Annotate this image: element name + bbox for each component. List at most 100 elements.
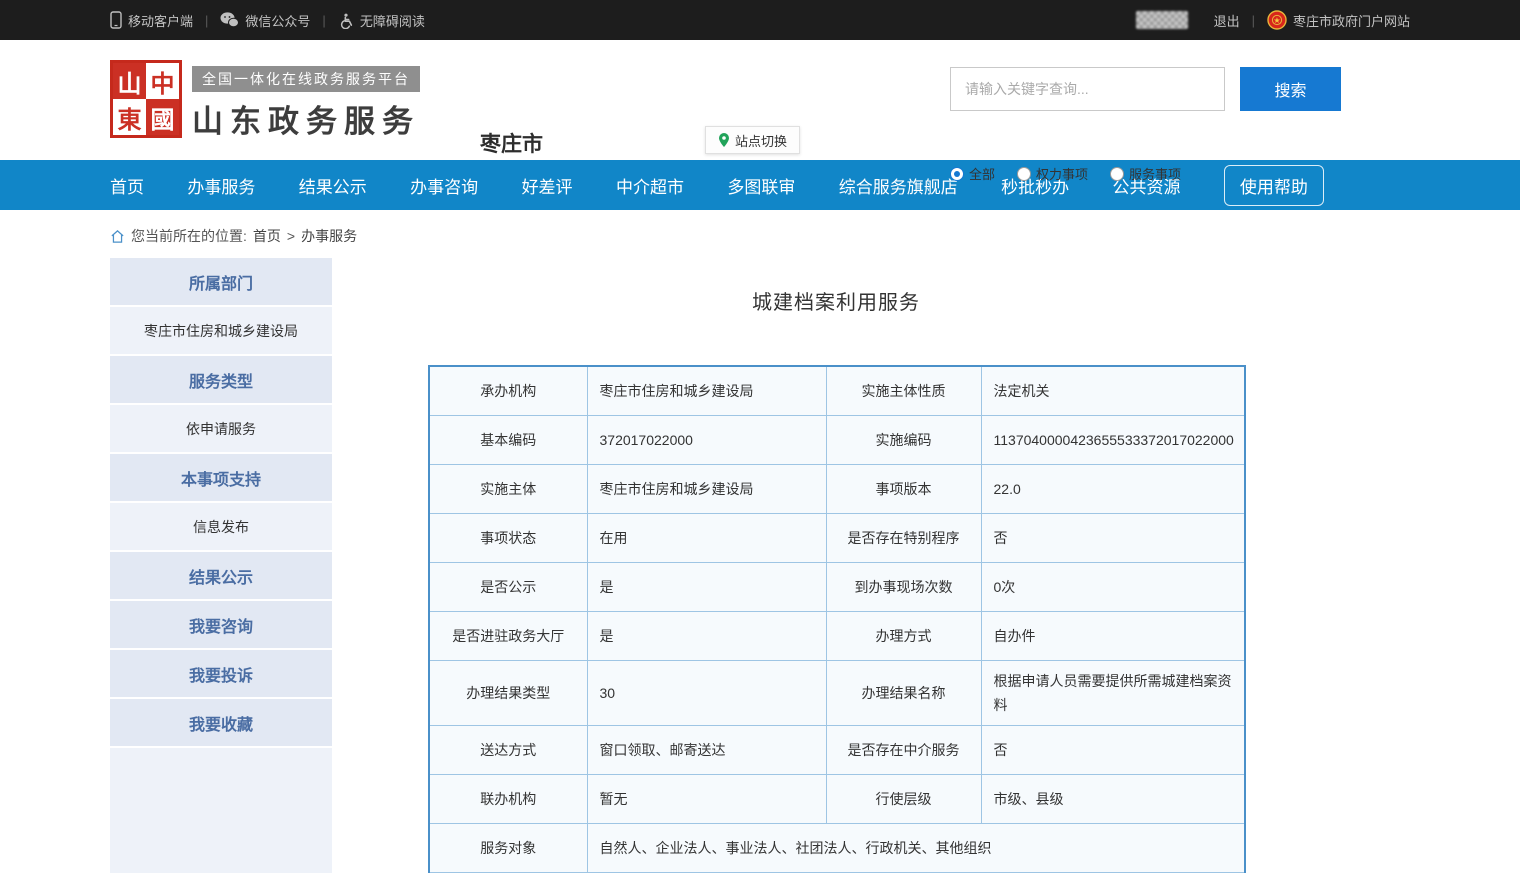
sidebar-item-favorite[interactable]: 我要收藏 [110,699,332,748]
sidebar-item-department-value[interactable]: 枣庄市住房和城乡建设局 [110,307,332,356]
breadcrumb-separator: > [287,228,295,244]
field-label: 实施编码 [826,415,981,464]
portal-link[interactable]: ★ 枣庄市政府门户网站 [1267,10,1410,30]
field-label: 是否公示 [429,562,587,611]
nav-item-services[interactable]: 办事服务 [187,173,255,198]
scope-radio-service-items[interactable]: 服务事项 [1110,164,1181,183]
field-value: 是 [587,562,826,611]
field-value: 0次 [981,562,1245,611]
sidebar-item-consult[interactable]: 我要咨询 [110,601,332,650]
wechat-label: 微信公众号 [245,11,310,30]
field-label: 是否进驻政务大厅 [429,611,587,660]
breadcrumb: 您当前所在的位置: 首页 > 办事服务 [0,210,1520,254]
sidebar-item-complaint[interactable]: 我要投诉 [110,650,332,699]
main-nav: 首页 办事服务 结果公示 办事咨询 好差评 中介超市 多图联审 综合服务旗舰店 … [0,160,1520,210]
shandong-seal-logo: 山 中 東 國 [110,60,182,138]
sidebar-item-results[interactable]: 结果公示 [110,552,332,601]
scope-radio-all[interactable]: 全部 [950,164,995,183]
field-value: 根据申请人员需要提供所需城建档案资料 [981,660,1245,725]
field-value: 是 [587,611,826,660]
field-label: 是否存在中介服务 [826,725,981,774]
field-value: 枣庄市住房和城乡建设局 [587,366,826,415]
field-value: 否 [981,725,1245,774]
mobile-client-label: 移动客户端 [128,11,193,30]
nav-item-agency-market[interactable]: 中介超市 [616,173,684,198]
table-row: 基本编码 372017022000 实施编码 11370400004236555… [429,415,1245,464]
field-label: 事项版本 [826,464,981,513]
table-row: 联办机构 暂无 行使层级 市级、县级 [429,774,1245,823]
table-row: 服务对象 自然人、企业法人、事业法人、社团法人、行政机关、其他组织 [429,823,1245,872]
field-label: 事项状态 [429,513,587,562]
field-value: 法定机关 [981,366,1245,415]
divider: | [1252,13,1255,28]
table-row: 送达方式 窗口领取、邮寄送达 是否存在中介服务 否 [429,725,1245,774]
table-row: 是否公示 是 到办事现场次数 0次 [429,562,1245,611]
field-label: 实施主体 [429,464,587,513]
table-row: 是否进驻政务大厅 是 办理方式 自办件 [429,611,1245,660]
field-value: 自然人、企业法人、事业法人、社团法人、行政机关、其他组织 [587,823,1245,872]
field-label: 承办机构 [429,366,587,415]
sidebar-item-info-publish[interactable]: 信息发布 [110,503,332,552]
nav-item-joint-review[interactable]: 多图联审 [727,173,795,198]
nav-item-consult[interactable]: 办事咨询 [410,173,478,198]
nav-item-results[interactable]: 结果公示 [299,173,367,198]
topbar: 移动客户端 | 微信公众号 | 无障碍阅读 退出 | ★ 枣庄市政府门户网站 [0,0,1520,40]
field-label: 送达方式 [429,725,587,774]
sidebar-item-on-application[interactable]: 依申请服务 [110,405,332,454]
field-label: 服务对象 [429,823,587,872]
breadcrumb-home-link[interactable]: 首页 [253,226,281,246]
svg-text:★: ★ [1273,16,1280,25]
header: 山 中 東 國 全国一体化在线政务服务平台 山东政务服务 枣庄市 站点切换 搜索… [0,40,1520,160]
search-button[interactable]: 搜索 [1240,67,1341,111]
table-row: 承办机构 枣庄市住房和城乡建设局 实施主体性质 法定机关 [429,366,1245,415]
username-redacted [1136,11,1188,29]
sidebar: 所属部门 枣庄市住房和城乡建设局 服务类型 依申请服务 本事项支持 信息发布 结… [110,258,332,873]
location-pin-icon [718,132,730,148]
field-label: 办理方式 [826,611,981,660]
field-label: 办理结果类型 [429,660,587,725]
field-label: 办理结果名称 [826,660,981,725]
scope-radio-power-items[interactable]: 权力事项 [1017,164,1088,183]
platform-badge: 全国一体化在线政务服务平台 [192,66,420,92]
field-label: 实施主体性质 [826,366,981,415]
mobile-phone-icon [110,11,122,29]
field-value: 自办件 [981,611,1245,660]
seal-char: 山 [113,63,146,99]
breadcrumb-prefix: 您当前所在的位置: [131,226,247,246]
mobile-client-link[interactable]: 移动客户端 [110,11,193,30]
search-input[interactable] [950,67,1225,111]
accessibility-icon [338,12,354,29]
portal-label: 枣庄市政府门户网站 [1293,11,1410,30]
logout-link[interactable]: 退出 [1214,11,1240,30]
field-label: 基本编码 [429,415,587,464]
radio-icon [1017,167,1031,181]
accessibility-link[interactable]: 无障碍阅读 [338,11,425,30]
field-value: 1137040000423655533372017022000 [981,415,1245,464]
city-name: 枣庄市 [480,128,543,158]
divider: | [322,13,325,28]
field-value: 市级、县级 [981,774,1245,823]
table-row: 办理结果类型 30 办理结果名称 根据申请人员需要提供所需城建档案资料 [429,660,1245,725]
nav-item-rating[interactable]: 好差评 [522,173,573,198]
sidebar-header-service-type: 服务类型 [110,356,332,405]
breadcrumb-current[interactable]: 办事服务 [301,226,357,246]
radio-icon [950,167,964,181]
radio-icon [1110,167,1124,181]
nav-item-help[interactable]: 使用帮助 [1224,165,1324,206]
site-switch-label: 站点切换 [735,131,787,150]
wechat-link[interactable]: 微信公众号 [220,11,310,30]
nav-item-flagship-store[interactable]: 综合服务旗舰店 [839,173,958,198]
field-value: 30 [587,660,826,725]
sidebar-header-department: 所属部门 [110,258,332,307]
field-label: 行使层级 [826,774,981,823]
topbar-right: 退出 | ★ 枣庄市政府门户网站 [1136,10,1410,30]
field-value: 在用 [587,513,826,562]
nav-item-home[interactable]: 首页 [110,173,144,198]
accessibility-label: 无障碍阅读 [360,11,425,30]
field-value: 372017022000 [587,415,826,464]
site-switch-button[interactable]: 站点切换 [705,126,800,154]
sidebar-header-item-support: 本事项支持 [110,454,332,503]
site-name: 山东政务服务 [192,96,420,141]
national-emblem-icon: ★ [1267,10,1287,30]
field-value: 22.0 [981,464,1245,513]
